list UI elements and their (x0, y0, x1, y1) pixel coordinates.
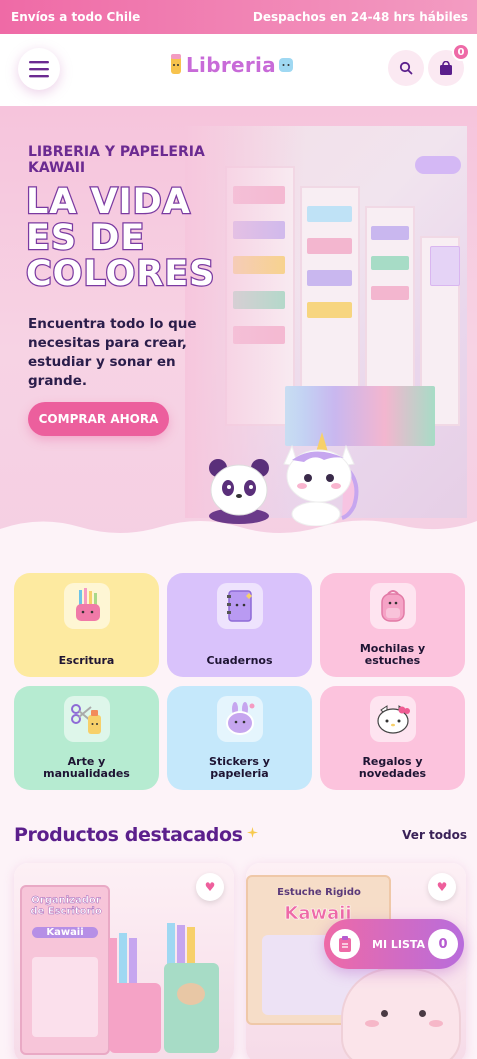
product-box-title: Estuche Rigido (277, 887, 361, 898)
favorite-button[interactable]: ♥ (428, 873, 456, 901)
dispatch-text: Despachos en 24-48 hrs hábiles (252, 10, 468, 24)
heart-icon: ♥ (436, 880, 448, 894)
backpack-icon (369, 583, 416, 629)
notebook-icon (216, 583, 263, 629)
category-card-cuadernos[interactable]: Cuadernos (167, 573, 312, 677)
promo-bar: Envíos a todo Chile Despachos en 24-48 h… (0, 0, 477, 34)
wishlist-button[interactable]: MI LISTA 0 (324, 919, 464, 969)
category-label: Escritura (58, 654, 115, 667)
heart-icon: ♥ (204, 880, 216, 894)
category-card-arte[interactable]: Arte y manualidades (14, 686, 159, 790)
hero-wave-divider (0, 520, 477, 551)
hero-title-line: COLORES (25, 254, 216, 294)
category-card-mochilas[interactable]: Mochilas y estuches (320, 573, 465, 677)
logo[interactable]: Libreria (168, 52, 294, 78)
hello-kitty-icon (369, 696, 416, 742)
eraser-mascot-icon (278, 58, 293, 72)
category-card-regalos[interactable]: Regalos y novedades (320, 686, 465, 790)
category-label: Cuadernos (206, 654, 273, 667)
shipping-text: Envíos a todo Chile (11, 10, 141, 24)
cart-count-badge: 0 (452, 43, 470, 61)
view-all-link[interactable]: Ver todos (402, 828, 467, 842)
category-label: Mochilas y estuches (359, 642, 426, 667)
cart-button[interactable]: 0 (428, 43, 470, 86)
search-button[interactable] (388, 50, 424, 86)
shop-now-button[interactable]: COMPRAR AHORA (28, 402, 169, 436)
category-label: Stickers y papeleria (209, 755, 270, 780)
site-header: Libreria 0 (0, 34, 477, 106)
product-box-brand: Kawaii (32, 927, 98, 938)
hero-description: Encuentra todo lo que necesitas para cre… (28, 316, 197, 389)
hero-subtitle: LIBRERIA Y PAPELERIA KAWAII (28, 144, 205, 176)
hamburger-icon (29, 61, 49, 78)
logo-text: Libreria (186, 53, 276, 77)
pencil-mascot-icon (171, 54, 181, 74)
category-card-stickers[interactable]: Stickers y papeleria (167, 686, 312, 790)
shopping-bag-icon (440, 60, 452, 75)
sparkle-icon (246, 826, 258, 838)
hero-banner: LIBRERIA Y PAPELERIA KAWAII LA VIDA ES D… (0, 106, 477, 551)
search-icon (399, 61, 413, 75)
clipboard-icon (330, 929, 360, 959)
wishlist-count-badge: 0 (428, 929, 458, 959)
category-label: Regalos y novedades (358, 755, 427, 780)
menu-button[interactable] (18, 48, 60, 90)
wishlist-label: MI LISTA (372, 937, 426, 951)
category-card-escritura[interactable]: Escritura (14, 573, 159, 677)
category-grid: Escritura Cuadernos Mochilas y estuches … (14, 573, 467, 790)
sticker-icon (216, 696, 263, 742)
hero-title: LA VIDA ES DE COLORES (25, 182, 226, 294)
pencil-cup-icon (63, 583, 110, 629)
product-box-title: Organizador de Escritorio (30, 895, 102, 917)
product-card[interactable]: ♥ Organizador de Escritorio Kawaii (14, 863, 234, 1059)
featured-title: Productos destacados (14, 824, 243, 846)
scissors-glue-icon (63, 696, 110, 742)
hero-title-line: LA VIDA (25, 182, 191, 222)
featured-header: Productos destacados Ver todos (14, 824, 467, 846)
hero-title-line: ES DE (25, 218, 146, 258)
favorite-button[interactable]: ♥ (196, 873, 224, 901)
category-label: Arte y manualidades (43, 755, 130, 780)
